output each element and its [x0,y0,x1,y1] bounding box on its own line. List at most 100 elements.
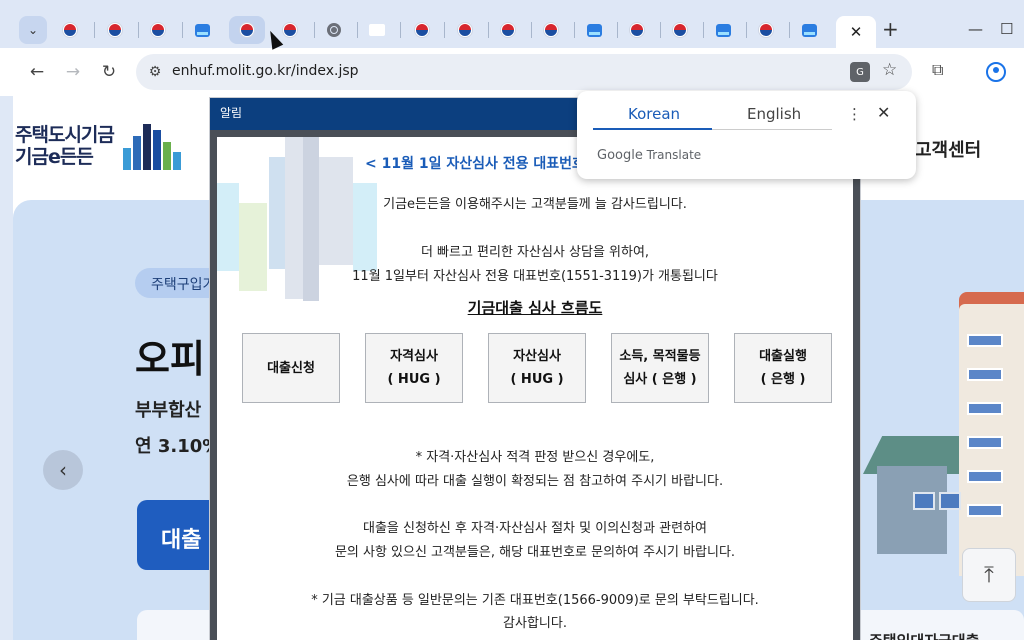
flow-step-label: 대출실행 [759,349,807,364]
flow-step-sub: ( 은행 ) [760,372,806,387]
tab[interactable] [359,16,395,44]
close-icon[interactable]: ✕ [850,23,863,41]
house-body [877,466,947,554]
logo-line1: 주택도시기금 [15,124,115,146]
translate-tab-english[interactable]: English [747,105,801,123]
gov-favicon-icon [151,23,165,37]
notice-line: * 기금 대출상품 등 일반문의는 기존 대표번호(1566-9009)로 문의… [311,593,759,608]
reload-icon: ↻ [101,62,117,82]
carousel-prev-button[interactable]: ‹ [43,450,83,490]
notice-line: 더 빠르고 편리한 자산심사 상담을 위하여, [420,245,650,260]
hero-title: 오피: [135,337,221,381]
flow-step: 자격심사 ( HUG ) [365,333,463,403]
tab[interactable] [705,16,741,44]
tab-separator [444,22,445,38]
tab[interactable] [52,16,88,44]
more-options-icon[interactable]: ⋮ [847,105,862,123]
chevron-left-icon: ‹ [59,458,67,482]
tab-separator [617,22,618,38]
translate-icon[interactable]: G [850,62,870,82]
building-window [967,470,1003,483]
flow-step-sub: ( HUG ) [510,372,564,387]
tab[interactable] [748,16,784,44]
tab[interactable] [490,16,526,44]
flow-title: 기금대출 심사 흐름도 [467,299,603,317]
tab[interactable] [140,16,176,44]
tab-separator [357,22,358,38]
building-window [967,436,1003,449]
tab-separator [182,22,183,38]
translate-brand: Translate [646,148,702,162]
tab-separator [660,22,661,38]
tab[interactable] [404,16,440,44]
maximize-button[interactable]: ☐ [1000,18,1013,40]
tab-strip: ⌄ ✕ + — ☐ [0,0,1024,48]
forward-button[interactable]: → [61,60,85,84]
tab[interactable] [662,16,698,44]
translate-tab-korean[interactable]: Korean [628,105,680,123]
notice-line: 감사합니다. [503,616,567,631]
scroll-top-button[interactable]: ⤒ [962,548,1016,602]
tab[interactable] [619,16,655,44]
arrow-left-icon: ← [29,62,45,82]
logo-line2: 기금e든든 [15,146,94,168]
nav-customer-center[interactable]: 고객센터 [915,136,981,162]
tab-hovered[interactable] [229,16,265,44]
tab[interactable] [184,16,220,44]
tab-active[interactable]: ✕ [836,16,876,48]
notice-line: * 자격·자산심사 적격 판정 받으신 경우에도, [415,450,655,465]
building-window [967,504,1003,517]
flow-step: 자산심사 ( HUG ) [488,333,586,403]
notice-line: 문의 사항 있으신 고객분들은, 해당 대표번호로 문의하여 주시기 바랍니다. [334,545,736,560]
notice-line: 기금e든든을 이용해주시는 고객분들께 늘 감사드립니다. [383,197,687,212]
url-text[interactable]: enhuf.molit.go.kr/index.jsp [172,63,359,79]
back-button[interactable]: ← [25,60,49,84]
profile-icon[interactable] [986,62,1006,82]
quick-menu-rental-loan[interactable]: 주택임대자금대출 [869,630,979,640]
minimize-button[interactable]: — [968,18,983,40]
building-window [967,334,1003,347]
translate-tab-divider [712,129,832,130]
tab[interactable] [316,16,352,44]
flow-step-label: 자산심사 [513,349,561,364]
new-tab-button[interactable]: + [882,18,899,40]
gov-favicon-icon [759,23,773,37]
tab-separator [400,22,401,38]
gov-favicon-icon [630,23,644,37]
tab[interactable] [97,16,133,44]
house-window [939,492,961,510]
building-window [967,368,1003,381]
flow-step-label: 소득, 목적물등 [619,349,701,364]
reload-button[interactable]: ↻ [97,60,121,84]
tab[interactable] [447,16,483,44]
gov-favicon-icon [501,23,515,37]
chevron-down-icon: ⌄ [27,23,39,37]
logo-mark-icon [123,124,185,170]
globe-icon [327,23,341,37]
browser-toolbar: ← → ↻ ⚙ enhuf.molit.go.kr/index.jsp G ☆ [0,48,1024,96]
site-favicon-icon [715,23,731,37]
google-brand: Google [597,148,643,163]
tab-separator [746,22,747,38]
notice-line: 11월 1일부터 자산심사 전용 대표번호(1551-3119)가 개통됩니다 [352,269,718,284]
bookmark-star-icon[interactable]: ☆ [882,60,897,80]
notice-modal: 알림 < 11월 1일 자산심사 전용 대표번호 기금e든든을 이용해주시는 고… [210,98,860,640]
site-logo[interactable]: 주택도시기금 기금e든든 [15,124,115,168]
notice-heading: < 11월 1일 자산심사 전용 대표번호 [365,156,585,172]
close-icon[interactable]: ✕ [877,103,890,122]
tab-separator [94,22,95,38]
address-bar[interactable]: ⚙ enhuf.molit.go.kr/index.jsp G ☆ [136,54,912,90]
tab[interactable] [791,16,827,44]
flow-step: 대출신청 [242,333,340,403]
arrow-up-icon: ⤒ [984,562,994,588]
tab[interactable] [533,16,569,44]
flow-step: 대출실행 ( 은행 ) [734,333,832,403]
extensions-icon[interactable]: ⧉ [932,60,943,80]
site-favicon-icon [369,24,385,36]
gov-favicon-icon [458,23,472,37]
tab-search-button[interactable]: ⌄ [19,16,47,44]
tab[interactable] [576,16,612,44]
site-info-icon[interactable]: ⚙ [146,63,164,81]
flow-step-label: 대출신청 [267,360,315,376]
tab-separator [789,22,790,38]
